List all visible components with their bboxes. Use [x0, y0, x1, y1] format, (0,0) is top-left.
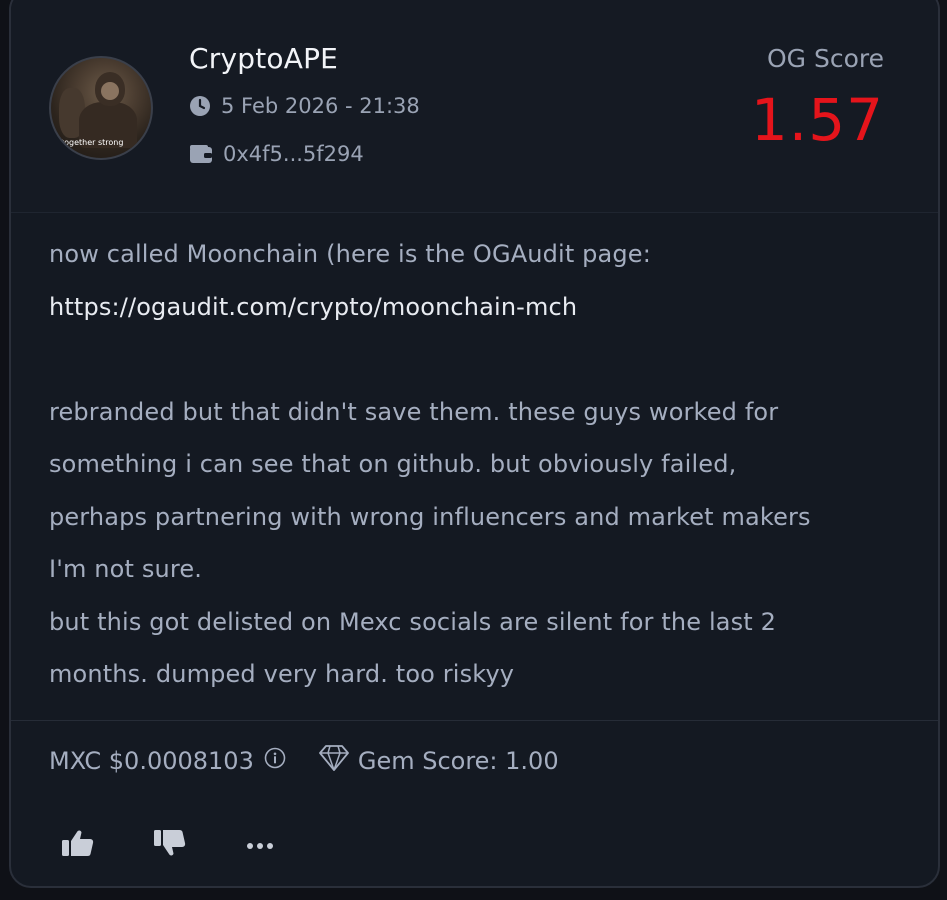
- post-body: now called Moonchain (here is the OGAudi…: [49, 228, 919, 701]
- diamond-icon: [318, 744, 350, 778]
- thumbs-up-icon: [62, 830, 94, 856]
- og-score-label: OG Score: [766, 44, 884, 73]
- username[interactable]: CryptoAPE: [189, 42, 338, 75]
- wallet-address[interactable]: 0x4f5...5f294: [189, 142, 364, 166]
- more-button[interactable]: [245, 836, 275, 855]
- wallet-text: 0x4f5...5f294: [223, 142, 364, 166]
- avatar-caption: together strong: [61, 138, 124, 147]
- clock-icon: [189, 95, 211, 117]
- body-line: months. dumped very hard. too riskyy: [49, 660, 515, 688]
- body-line: [49, 333, 919, 386]
- date-text: 5 Feb 2026 - 21:38: [221, 94, 420, 118]
- body-line: I'm not sure.: [49, 555, 203, 583]
- post-date: 5 Feb 2026 - 21:38: [189, 94, 420, 118]
- body-line: perhaps partnering with wrong influencer…: [49, 502, 811, 531]
- token-price: MXC $0.0008103: [49, 747, 254, 775]
- wallet-icon: [189, 144, 213, 164]
- og-score-value: 1.57: [750, 86, 884, 154]
- post-card: together strong CryptoAPE 5 Feb 2026 - 2…: [9, 0, 940, 888]
- body-line: but this got delisted on Mexc socials ar…: [49, 607, 777, 636]
- gem-score: Gem Score: 1.00: [318, 744, 559, 778]
- post-header: together strong CryptoAPE 5 Feb 2026 - 2…: [11, 0, 938, 213]
- footer-divider: [11, 720, 938, 721]
- gem-score-text: Gem Score: 1.00: [357, 747, 559, 775]
- like-button[interactable]: [61, 828, 95, 862]
- more-icon: [247, 842, 273, 849]
- body-line: now called Moonchain (here is the OGAudi…: [49, 240, 651, 268]
- body-line: rebranded but that didn't save them. the…: [49, 397, 779, 426]
- body-link[interactable]: https://ogaudit.com/crypto/moonchain-mch: [49, 281, 919, 334]
- info-icon[interactable]: [264, 747, 286, 775]
- thumbs-down-icon: [154, 830, 186, 856]
- dislike-button[interactable]: [153, 828, 187, 862]
- body-line: something i can see that on github. but …: [49, 450, 737, 478]
- post-actions: [61, 828, 275, 862]
- token-info-row: MXC $0.0008103 Gem Score: 1.00: [49, 744, 559, 778]
- avatar[interactable]: together strong: [49, 56, 153, 160]
